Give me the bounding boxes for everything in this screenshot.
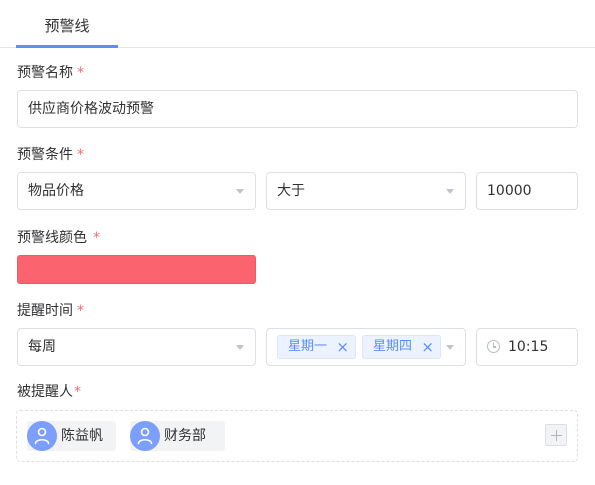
chevron-down-icon <box>236 189 244 194</box>
chevron-down-icon <box>446 345 454 350</box>
user-icon <box>27 421 57 451</box>
required-mark: * <box>77 303 84 319</box>
time-value: 10:15 <box>508 339 549 355</box>
color-label: 预警线颜色 * <box>17 227 100 247</box>
chevron-down-icon <box>446 189 454 194</box>
assignee-list: 陈益帆 财务部 <box>16 410 578 462</box>
condition-label: 预警条件 * <box>17 144 84 164</box>
assignee-name: 陈益帆 <box>61 428 103 444</box>
required-mark: * <box>77 147 84 163</box>
remind-time-label: 提醒时间 * <box>17 300 84 320</box>
frequency-select[interactable]: 每周 <box>17 328 256 366</box>
clock-icon <box>487 340 500 353</box>
name-input-value: 供应商价格波动预警 <box>28 101 154 117</box>
time-picker[interactable]: 10:15 <box>476 328 578 366</box>
weekday-tag: 星期一 × <box>277 335 356 359</box>
assignee-chip[interactable]: 财务部 <box>130 421 225 451</box>
chevron-down-icon <box>236 345 244 350</box>
close-icon[interactable]: × <box>336 336 349 358</box>
assignee-name: 财务部 <box>164 428 206 444</box>
assignees-label: 被提醒人* <box>17 381 81 401</box>
weekday-tag-label: 星期四 <box>373 339 413 354</box>
weekday-tag: 星期四 × <box>362 335 441 359</box>
plus-icon[interactable] <box>545 424 567 446</box>
frequency-value: 每周 <box>28 339 56 355</box>
condition-threshold-input[interactable]: 10000 <box>476 172 578 210</box>
name-input[interactable]: 供应商价格波动预警 <box>17 90 578 128</box>
condition-label-text: 预警条件 <box>17 147 73 163</box>
tab-bar: 预警线 <box>0 0 595 48</box>
required-mark: * <box>74 384 81 400</box>
assignees-label-text: 被提醒人 <box>17 384 73 400</box>
name-label-text: 预警名称 <box>17 65 73 81</box>
remind-time-label-text: 提醒时间 <box>17 303 73 319</box>
name-label: 预警名称 * <box>17 62 84 82</box>
required-mark: * <box>77 65 84 81</box>
condition-threshold-value: 10000 <box>487 183 532 199</box>
condition-operator-select[interactable]: 大于 <box>266 172 466 210</box>
assignee-chip[interactable]: 陈益帆 <box>27 421 116 451</box>
tab-active-indicator <box>16 45 118 48</box>
color-label-text: 预警线颜色 <box>17 230 87 246</box>
user-icon <box>130 421 160 451</box>
color-picker[interactable] <box>17 255 256 284</box>
condition-field-select[interactable]: 物品价格 <box>17 172 256 210</box>
tab-warning-line[interactable]: 预警线 <box>16 0 118 48</box>
condition-operator-value: 大于 <box>277 183 305 199</box>
condition-field-value: 物品价格 <box>28 183 84 199</box>
required-mark: * <box>93 230 100 246</box>
close-icon[interactable]: × <box>421 336 434 358</box>
weekday-tag-label: 星期一 <box>288 339 328 354</box>
